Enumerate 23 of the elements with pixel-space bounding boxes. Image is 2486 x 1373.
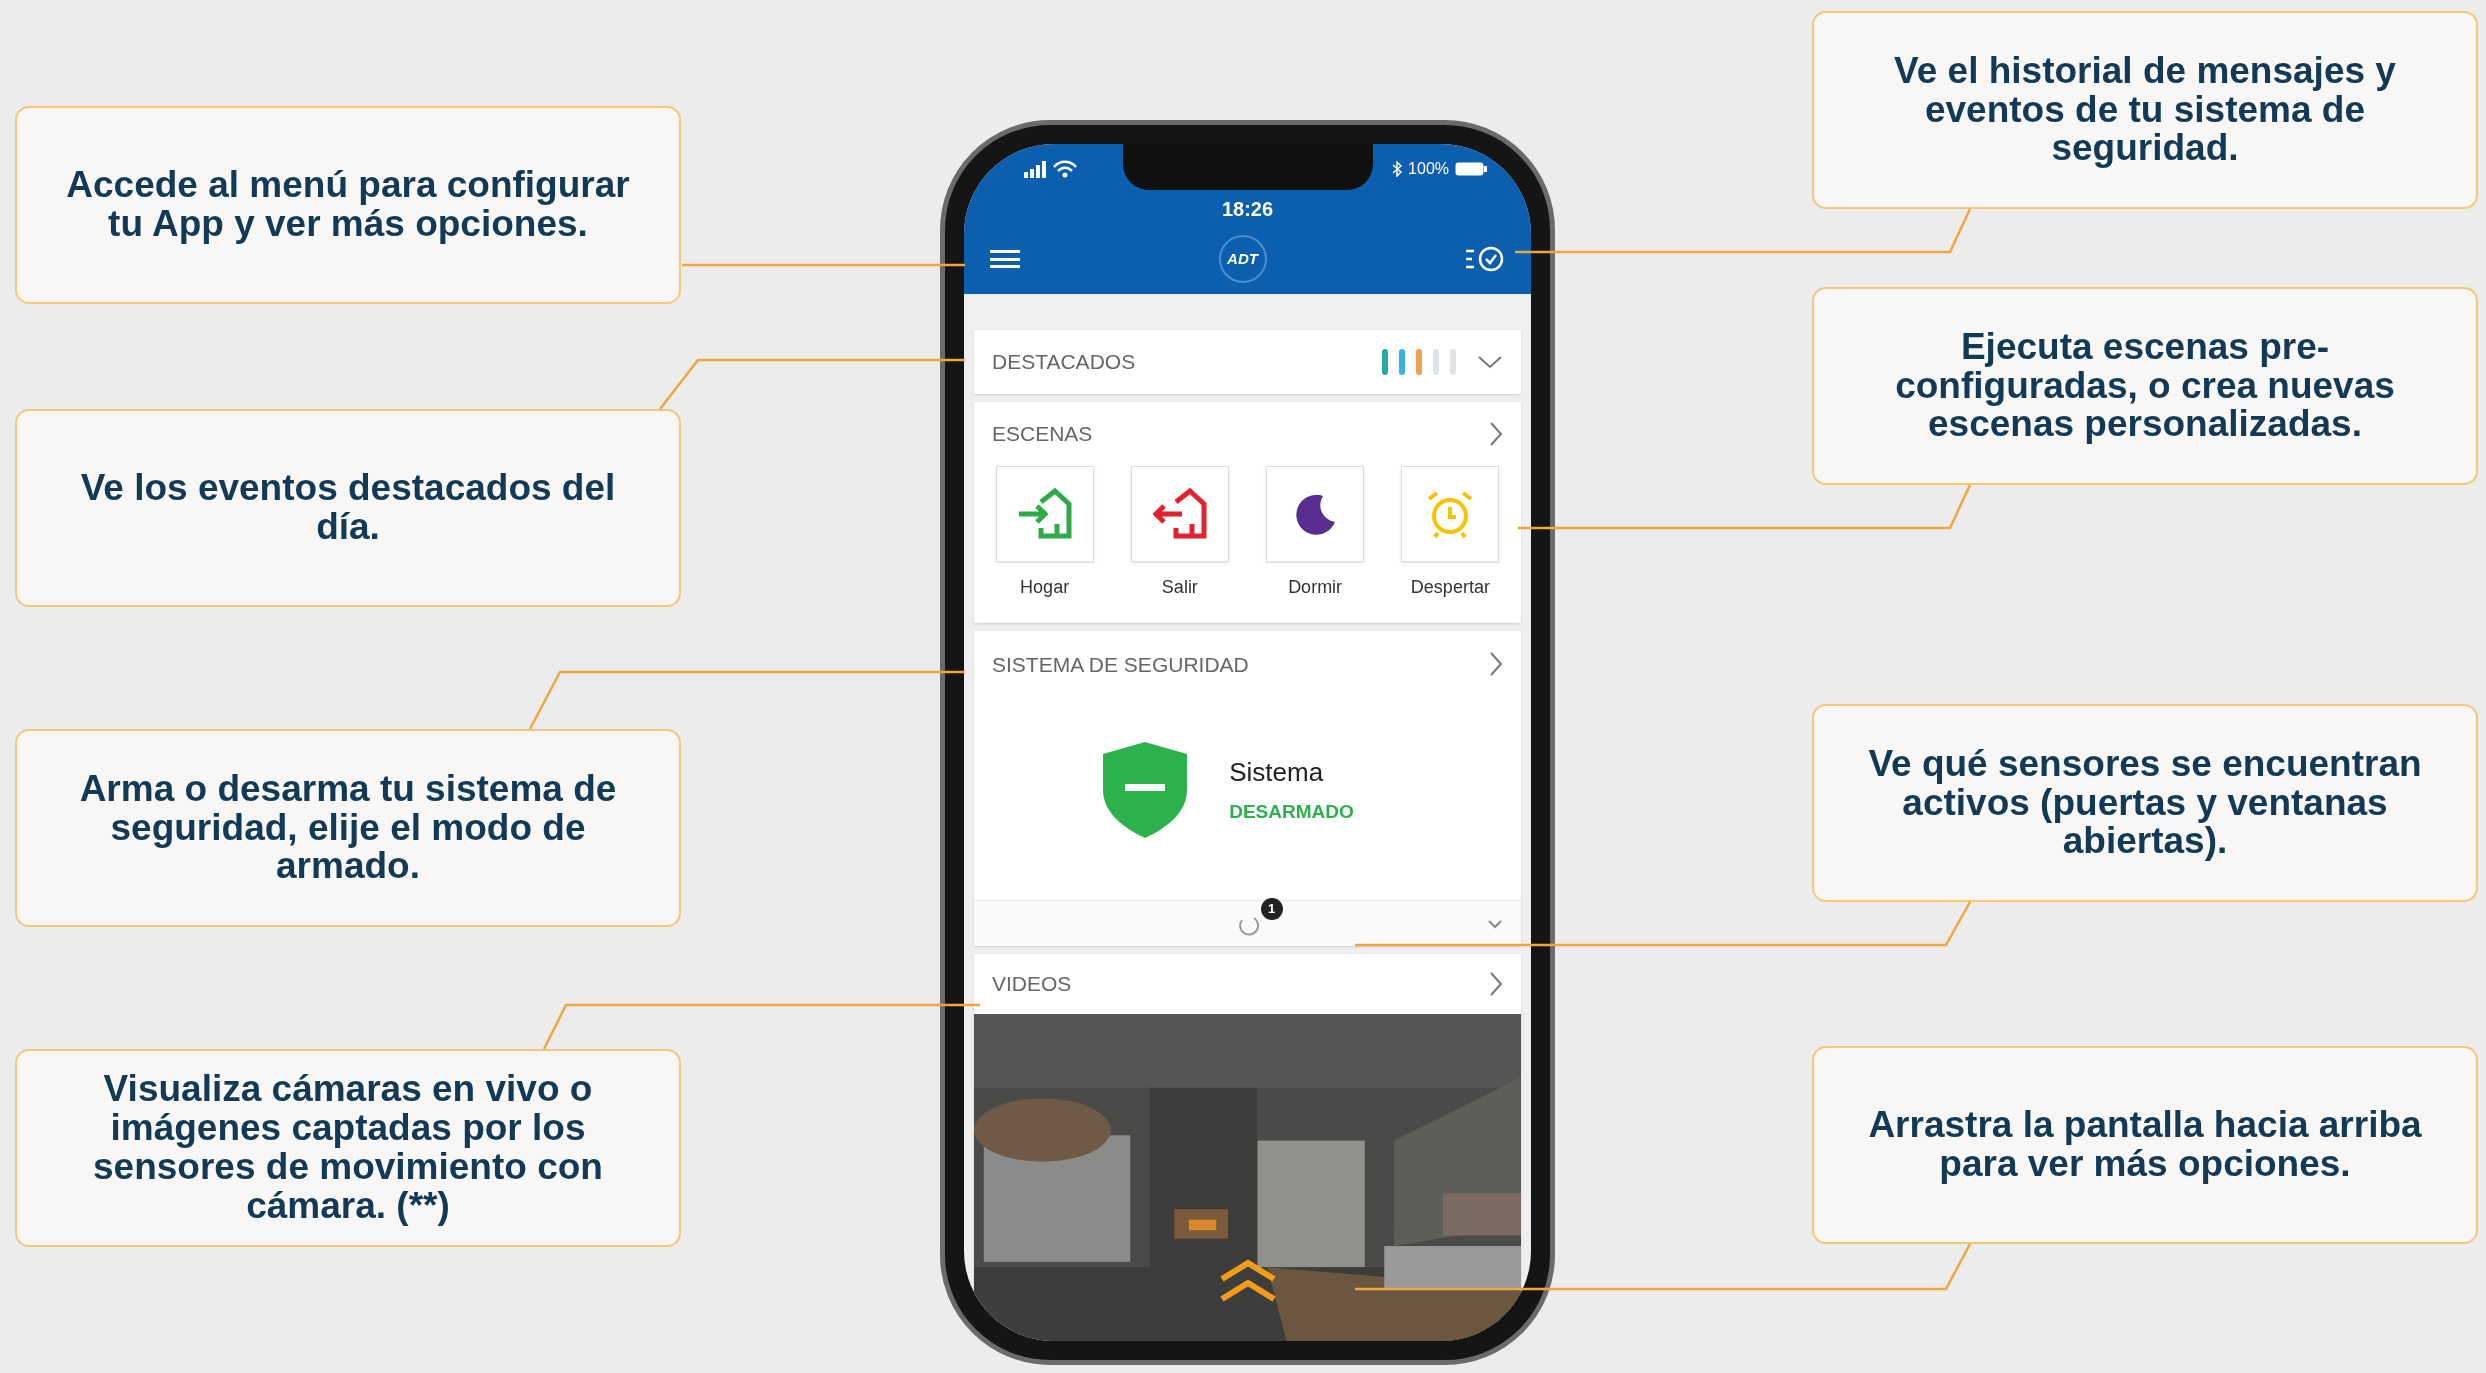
scene-label: Despertar	[1410, 575, 1490, 599]
system-status: DESARMADO	[1229, 800, 1354, 825]
system-label: Sistema	[1229, 756, 1325, 790]
callout-text: Ve los eventos destacados del día.	[79, 469, 617, 547]
clock-time: 18:26	[1221, 197, 1274, 222]
callout-text: Ejecuta escenas pre-configuradas, o crea nuevas escenas personalizadas.	[1894, 327, 2396, 445]
scenes-title: ESCENAS	[992, 421, 1093, 447]
highlights-card[interactable]: DESTACADOS	[974, 330, 1521, 394]
videos-title: VIDEOS	[992, 971, 1072, 998]
count-badge: 1	[1260, 897, 1283, 920]
callout-text: Accede al menú para configurar tu App y ver más opciones.	[65, 166, 631, 244]
security-title: SISTEMA DE SEGURIDAD	[992, 651, 1249, 678]
battery-percentage: 100%	[1408, 159, 1449, 179]
callout-text: Arma o desarma tu sistema de seguridad, elije el modo de armado.	[78, 769, 618, 887]
callout-text: Arrastra la pantalla hacia arriba para ver más opciones.	[1867, 1106, 2423, 1184]
scene-label: Salir	[1161, 575, 1198, 599]
scene-label: Hogar	[1020, 575, 1070, 599]
logo: ADT	[1218, 235, 1267, 283]
callout-text: Ve qué sensores se encuentran activos (puertas y ventanas abiertas).	[1867, 744, 2423, 862]
callout-text: Visualiza cámaras en vivo o imágenes captadas por los sensores de movimiento con cámara. (**)	[92, 1070, 604, 1226]
scene-label: Dormir	[1288, 575, 1343, 599]
callout-text: Ve el historial de mensajes y eventos de tu sistema de seguridad.	[1893, 51, 2397, 169]
highlights-title: DESTACADOS	[992, 349, 1136, 376]
